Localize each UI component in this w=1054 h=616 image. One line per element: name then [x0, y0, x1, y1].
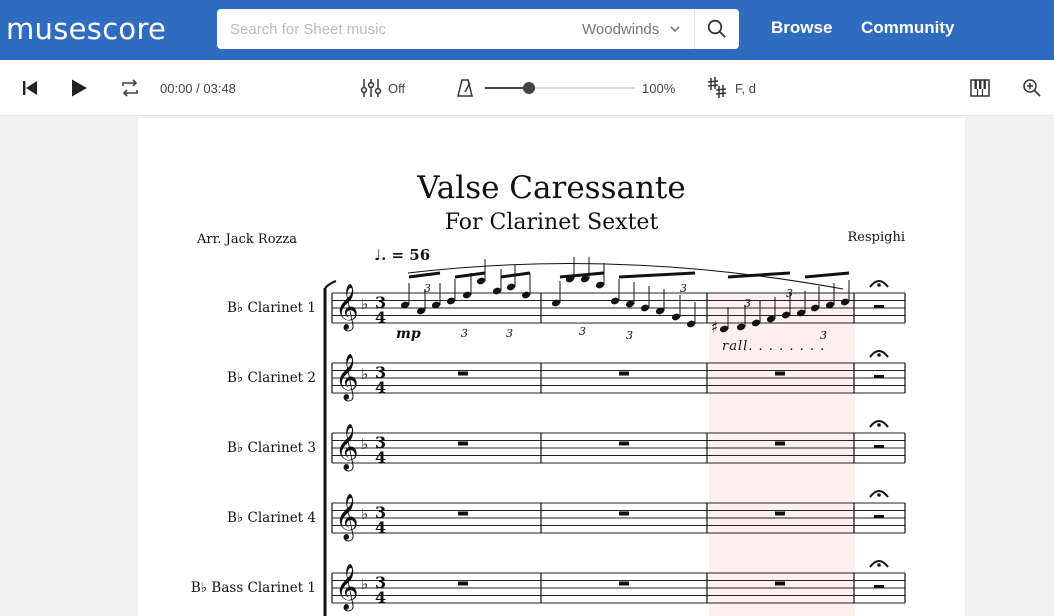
whole-rest	[874, 585, 884, 588]
whole-rest	[458, 581, 468, 586]
whole-rest	[775, 441, 785, 446]
key-flat: ♭	[361, 365, 368, 383]
note-beam	[559, 271, 605, 279]
zoom-in-button[interactable]	[1020, 76, 1044, 100]
key-flat: ♭	[361, 295, 368, 313]
skip-back-icon	[23, 81, 37, 95]
whole-rest	[619, 441, 629, 446]
whole-rest	[874, 445, 884, 448]
note-beam	[618, 271, 696, 279]
key-value: F, d	[735, 81, 756, 96]
time-signature: 4	[375, 448, 386, 467]
skip-back-button[interactable]	[18, 76, 42, 100]
play-icon	[72, 79, 87, 97]
tuplet-number: 3	[786, 287, 793, 300]
tuplet-number: 3	[680, 282, 687, 295]
musescore-logo[interactable]: musescore	[6, 12, 166, 46]
fermata	[877, 563, 881, 567]
tuplet-number: 3	[461, 327, 468, 340]
treble-clef: 𝄞	[335, 284, 359, 332]
note-beam	[500, 271, 531, 279]
key-signature-icon	[707, 77, 727, 98]
whole-rest	[775, 371, 785, 376]
music-staves: 𝄞 ♭ 34𝄞 ♭ 34𝄞 ♭ 34𝄞 ♭ 34𝄞 ♭ 34♯33 3 3 33333	[323, 257, 906, 616]
tuplet-number: 3	[579, 325, 586, 338]
whole-rest	[458, 441, 468, 446]
zoom-in-icon	[1023, 79, 1041, 97]
loop-icon	[122, 79, 138, 97]
whole-rest	[458, 511, 468, 516]
time-signature: 4	[375, 588, 386, 607]
piano-keyboard-button[interactable]	[968, 76, 992, 100]
key-signature-button[interactable]	[705, 76, 729, 100]
tuplet-number: 3	[626, 329, 633, 342]
category-label: Woodwinds	[582, 20, 660, 38]
tuplet-number: 3	[506, 327, 513, 340]
tuplet-number: 3	[424, 282, 431, 295]
whole-rest	[874, 375, 884, 378]
tempo-slider-fill	[485, 87, 529, 89]
piano-keyboard-icon	[970, 79, 990, 97]
whole-rest	[874, 515, 884, 518]
mixer-icon	[360, 79, 382, 97]
search-icon	[707, 19, 726, 38]
tuplet-number: 3	[744, 297, 751, 310]
key-flat: ♭	[361, 575, 368, 593]
time-signature: 4	[375, 378, 386, 397]
tempo-slider-handle[interactable]	[522, 82, 535, 94]
key-flat: ♭	[361, 505, 368, 523]
whole-rest	[874, 305, 884, 308]
metronome-icon	[457, 79, 473, 97]
note-beam	[408, 271, 441, 279]
play-button[interactable]	[67, 76, 91, 100]
loop-button[interactable]	[118, 76, 142, 100]
whole-rest	[775, 511, 785, 516]
nav-browse[interactable]: Browse	[771, 18, 832, 38]
fermata	[877, 283, 881, 287]
note-beam	[454, 271, 486, 279]
category-select[interactable]: Woodwinds	[582, 9, 692, 49]
fermata	[877, 423, 881, 427]
tempo-slider[interactable]	[485, 82, 635, 94]
time-signature: 4	[375, 518, 386, 537]
mixer-state: Off	[388, 81, 406, 96]
time-signature: 4	[375, 308, 386, 327]
fermata	[877, 493, 881, 497]
treble-clef: 𝄞	[335, 564, 359, 612]
whole-rest	[619, 581, 629, 586]
score-page: Valse Caressante For Clarinet Sextet Arr…	[138, 118, 965, 616]
fermata	[877, 353, 881, 357]
nav-community[interactable]: Community	[861, 18, 955, 38]
site-header: musescore Woodwinds Browse Community	[0, 0, 1054, 60]
key-flat: ♭	[361, 435, 368, 453]
chevron-down-icon	[670, 26, 680, 33]
time-display: 00:00 / 03:48	[160, 81, 236, 96]
treble-clef: 𝄞	[335, 424, 359, 472]
tuplet-number: 3	[820, 329, 827, 342]
tempo-percent: 100%	[642, 81, 676, 96]
treble-clef: 𝄞	[335, 494, 359, 542]
whole-rest	[775, 581, 785, 586]
whole-rest	[619, 371, 629, 376]
search-input[interactable]	[217, 9, 573, 49]
mixer-button[interactable]	[359, 76, 383, 100]
search-bar: Woodwinds	[217, 9, 739, 49]
whole-rest	[619, 511, 629, 516]
search-button[interactable]	[694, 9, 739, 49]
sharp-accidental: ♯	[711, 318, 718, 336]
whole-rest	[458, 371, 468, 376]
treble-clef: 𝄞	[335, 354, 359, 402]
note-beam	[804, 271, 850, 279]
metronome-button[interactable]	[453, 76, 477, 100]
